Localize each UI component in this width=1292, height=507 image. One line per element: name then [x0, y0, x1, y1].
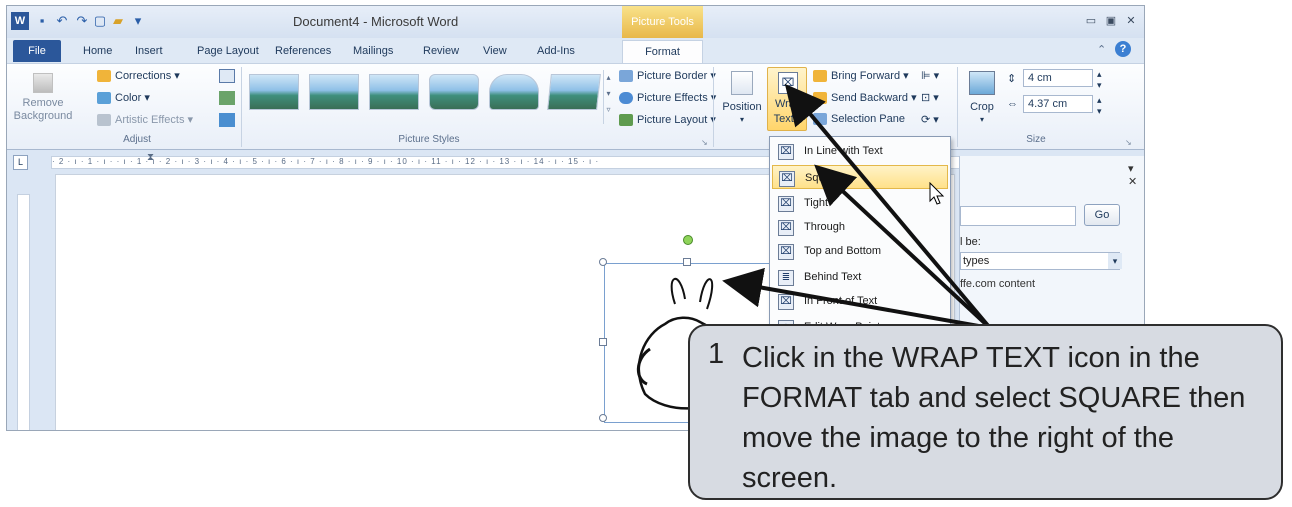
step-instruction: Click in the WRAP TEXT icon in the FORMA… — [742, 342, 1246, 494]
instruction-callout: 1 Click in the WRAP TEXT icon in the FOR… — [688, 324, 1283, 500]
step-number: 1 — [708, 338, 725, 370]
